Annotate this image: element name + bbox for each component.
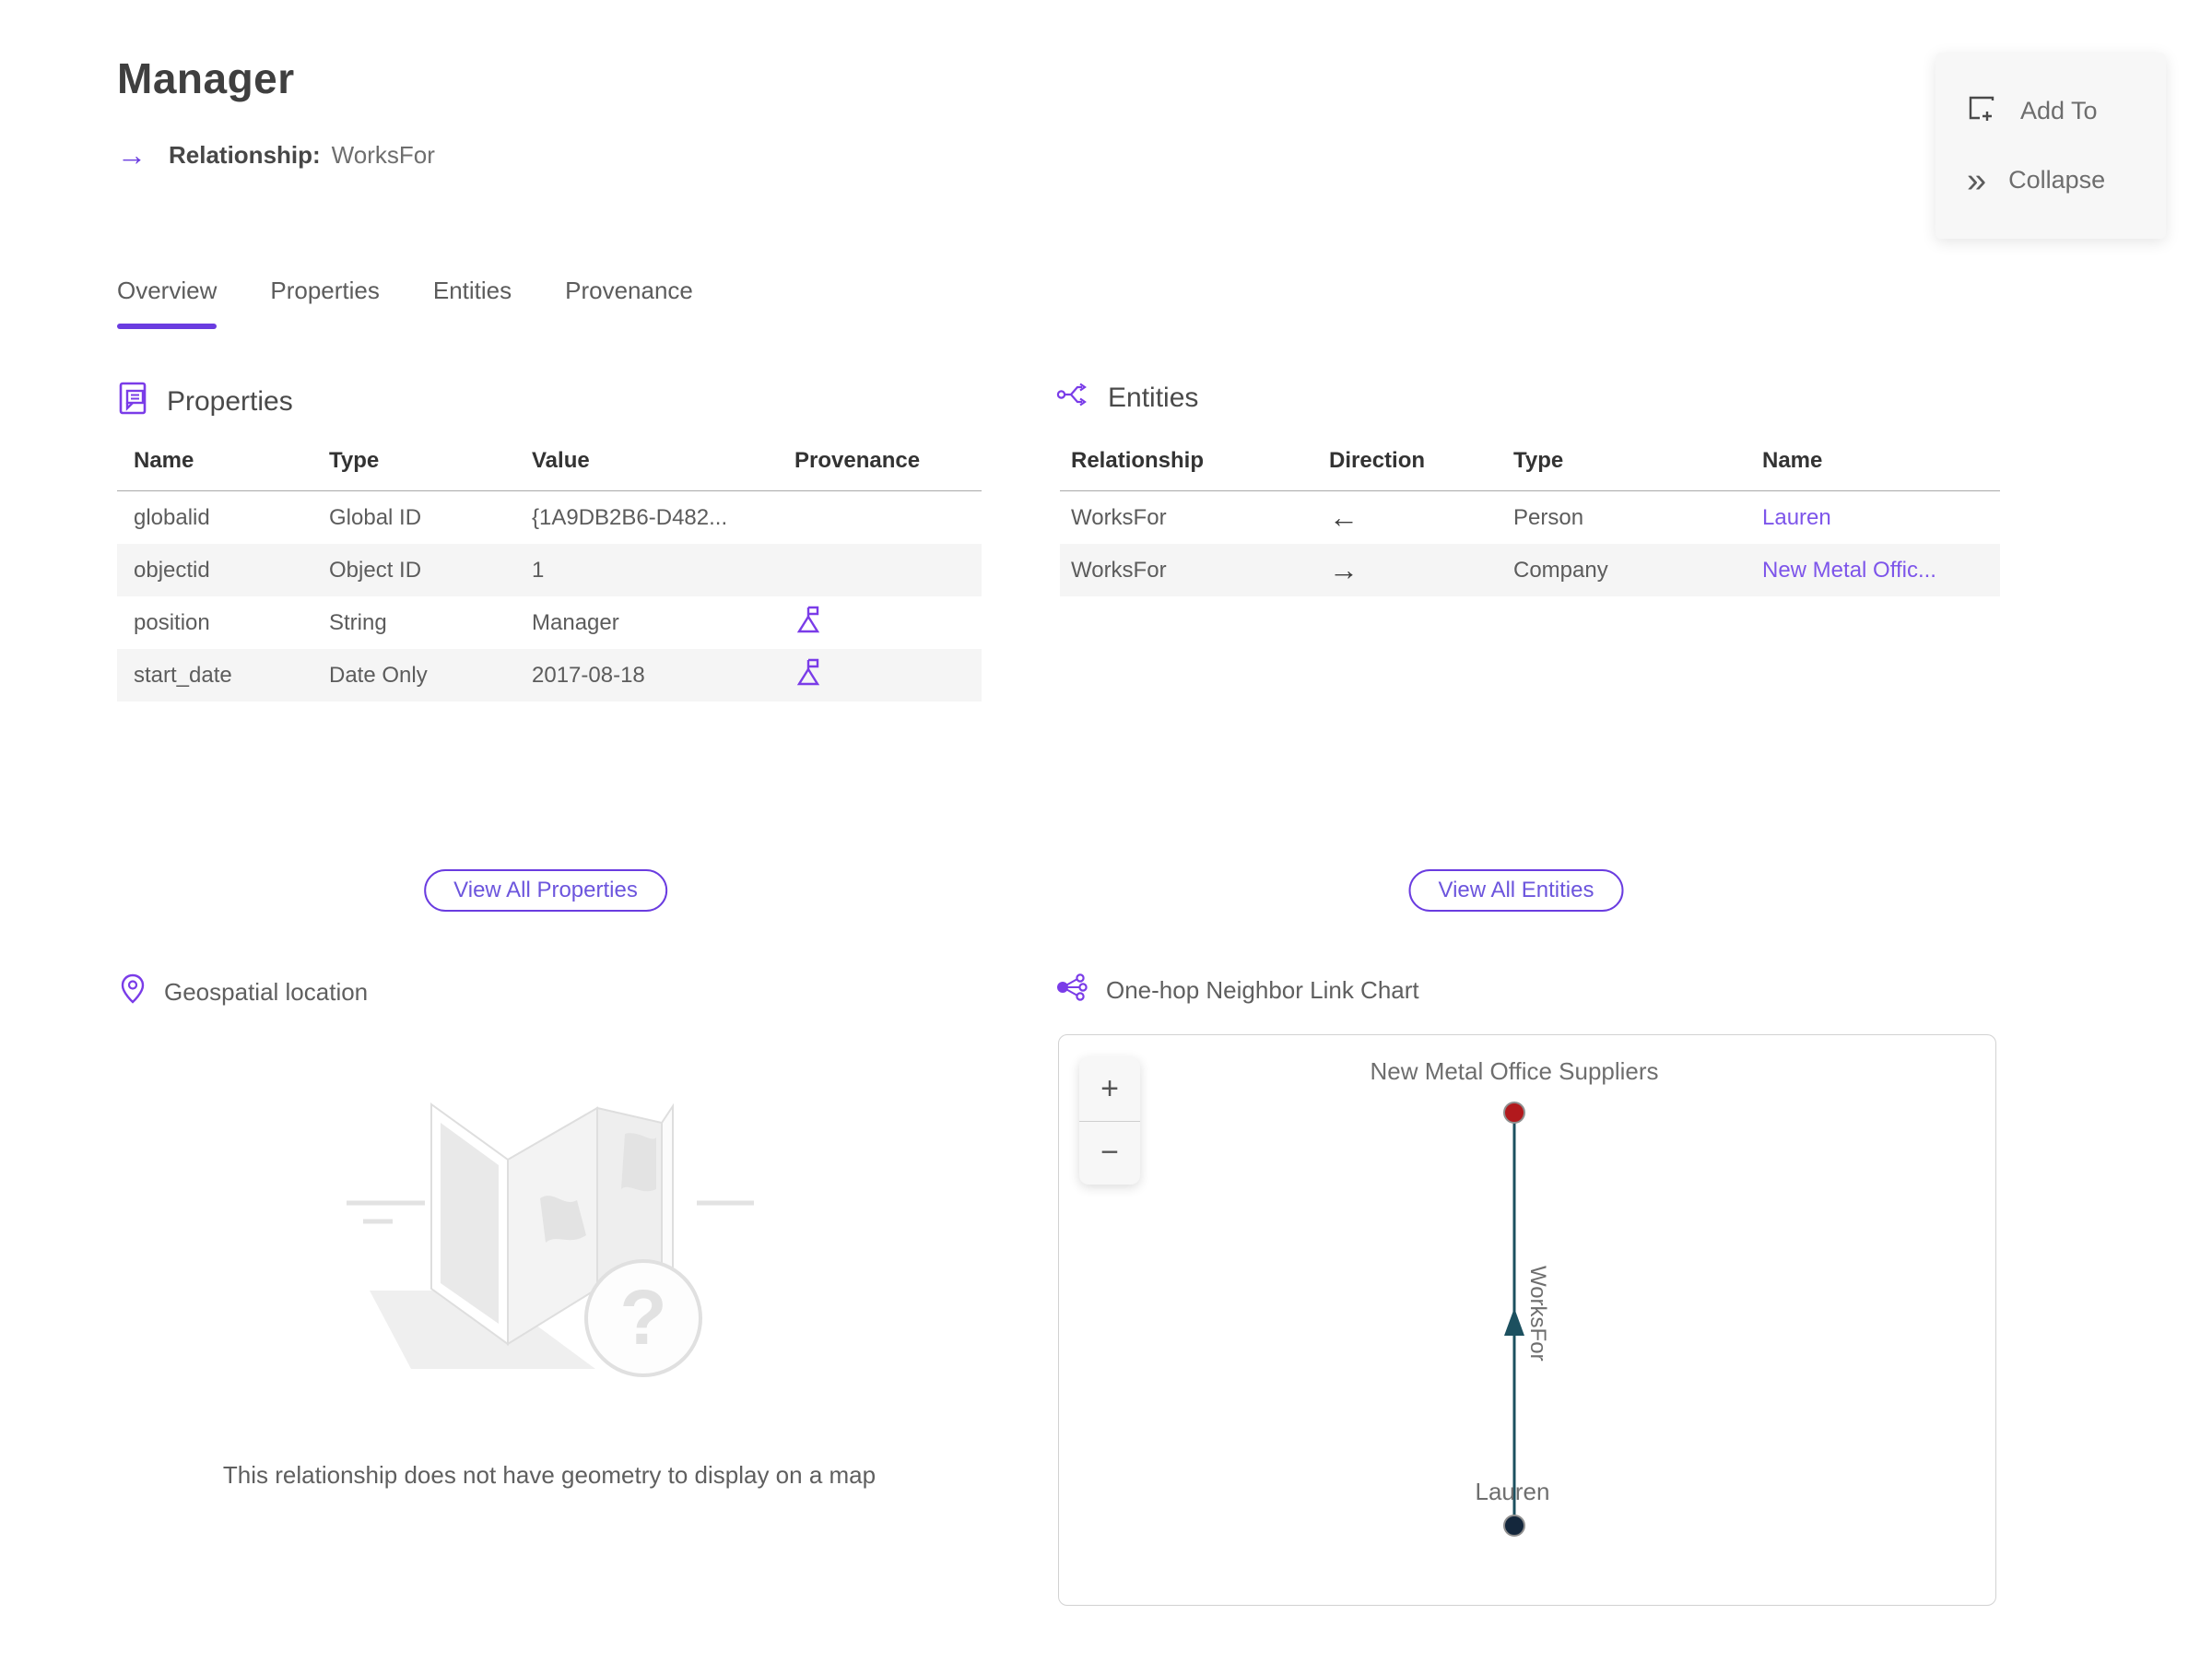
prop-provenance	[778, 656, 982, 694]
relationship-detail-page: Manager → Relationship: WorksFor Add To …	[0, 0, 2212, 1674]
prop-type: String	[329, 609, 387, 635]
tab-bar: Overview Properties Entities Provenance	[117, 277, 693, 329]
zoom-control: + −	[1079, 1057, 1140, 1185]
collapse-label: Collapse	[2008, 166, 2106, 195]
link-chart-canvas: + − New Metal Office Suppliers WorksFor …	[1058, 1034, 1996, 1606]
svg-text:?: ?	[619, 1274, 666, 1361]
relationship-label: Relationship:	[169, 140, 321, 169]
entity-name-link[interactable]: New Metal Offic...	[1751, 558, 2000, 584]
table-row: start_date Date Only 2017-08-18	[117, 649, 982, 701]
add-to-window-icon	[1967, 93, 1996, 129]
geospatial-section-title: Geospatial location	[164, 978, 369, 1006]
col-name: Name	[1762, 448, 1823, 473]
add-to-button[interactable]: Add To	[1936, 93, 2166, 129]
map-placeholder-illustration: ?	[328, 1051, 771, 1406]
table-row: WorksFor → Company New Metal Offic...	[1060, 544, 2000, 596]
view-all-entities-button[interactable]: View All Entities	[1408, 869, 1624, 912]
document-note-icon	[117, 381, 148, 423]
node-label-person: Lauren	[1475, 1478, 1550, 1505]
table-row: globalid Global ID {1A9DB2B6-D482...	[117, 491, 982, 544]
col-provenance: Provenance	[794, 448, 921, 473]
entities-table: Relationship Direction Type Name WorksFo…	[1060, 448, 2000, 596]
entity-relationship: WorksFor	[1071, 504, 1167, 530]
tab-entities[interactable]: Entities	[433, 277, 512, 329]
add-to-label: Add To	[2020, 97, 2098, 125]
view-all-properties-button[interactable]: View All Properties	[424, 869, 667, 912]
zoom-in-button[interactable]: +	[1079, 1057, 1140, 1121]
table-row: WorksFor ← Person Lauren	[1060, 491, 2000, 544]
prop-type: Date Only	[329, 662, 428, 688]
zoom-out-button[interactable]: −	[1079, 1120, 1140, 1185]
edge-arrowhead-icon	[1504, 1308, 1524, 1336]
node-label-company: New Metal Office Suppliers	[1370, 1057, 1659, 1085]
double-chevron-right-icon: »	[1967, 160, 1986, 200]
col-relationship: Relationship	[1071, 448, 1205, 473]
prop-name: position	[134, 609, 210, 635]
prop-name: globalid	[134, 504, 210, 530]
prop-type: Global ID	[329, 504, 422, 530]
prop-value: 2017-08-18	[532, 662, 645, 688]
prop-value: {1A9DB2B6-D482...	[532, 504, 728, 530]
entities-section-title: Entities	[1108, 383, 1199, 413]
direction-arrow-icon: ←	[1329, 501, 1359, 534]
provenance-flag-icon[interactable]	[794, 604, 824, 642]
table-row: position String Manager	[117, 596, 982, 649]
tab-properties[interactable]: Properties	[270, 277, 380, 329]
direction-arrow-icon: →	[1329, 553, 1359, 586]
properties-table: Name Type Value Provenance globalid Glob…	[117, 448, 982, 701]
tab-overview[interactable]: Overview	[117, 277, 218, 329]
properties-section-title: Properties	[167, 386, 293, 417]
link-chart-section-header: One-hop Neighbor Link Chart	[1056, 973, 1419, 1008]
share-nodes-icon	[1056, 973, 1088, 1008]
branch-arrows-icon	[1056, 381, 1089, 416]
entities-section-header: Entities	[1056, 381, 1198, 416]
col-type: Type	[329, 448, 380, 473]
tab-provenance[interactable]: Provenance	[565, 277, 693, 329]
page-title: Manager	[117, 54, 295, 102]
entities-table-header: Relationship Direction Type Name	[1060, 448, 2000, 491]
properties-section-header: Properties	[117, 381, 293, 423]
entity-relationship: WorksFor	[1071, 557, 1167, 583]
prop-type: Object ID	[329, 557, 422, 583]
prop-name: objectid	[134, 557, 210, 583]
col-direction: Direction	[1329, 448, 1426, 473]
edge-label: WorksFor	[1525, 1266, 1550, 1362]
relationship-subtitle: → Relationship: WorksFor	[117, 140, 435, 170]
entity-type: Company	[1513, 557, 1608, 583]
link-chart-section-title: One-hop Neighbor Link Chart	[1106, 976, 1419, 1004]
prop-provenance	[778, 604, 982, 642]
col-value: Value	[532, 448, 590, 473]
node-dot-company[interactable]	[1503, 1102, 1525, 1124]
action-panel: Add To » Collapse	[1936, 53, 2166, 239]
no-geometry-message: This relationship does not have geometry…	[222, 1461, 877, 1489]
table-row: objectid Object ID 1	[117, 544, 982, 596]
properties-table-header: Name Type Value Provenance	[117, 448, 982, 491]
col-name: Name	[134, 448, 194, 473]
prop-name: start_date	[134, 662, 232, 688]
prop-value: 1	[532, 557, 545, 583]
provenance-flag-icon[interactable]	[794, 656, 824, 694]
node-dot-person[interactable]	[1503, 1515, 1525, 1537]
relationship-arrow-icon: →	[117, 138, 147, 171]
entity-type: Person	[1513, 504, 1584, 530]
entity-name-link[interactable]: Lauren	[1751, 505, 2000, 531]
prop-value: Manager	[532, 609, 619, 635]
geospatial-section-header: Geospatial location	[120, 973, 368, 1011]
collapse-button[interactable]: » Collapse	[1936, 163, 2166, 198]
relationship-value: WorksFor	[331, 140, 435, 169]
map-pin-icon	[120, 973, 146, 1011]
col-type: Type	[1513, 448, 1564, 473]
